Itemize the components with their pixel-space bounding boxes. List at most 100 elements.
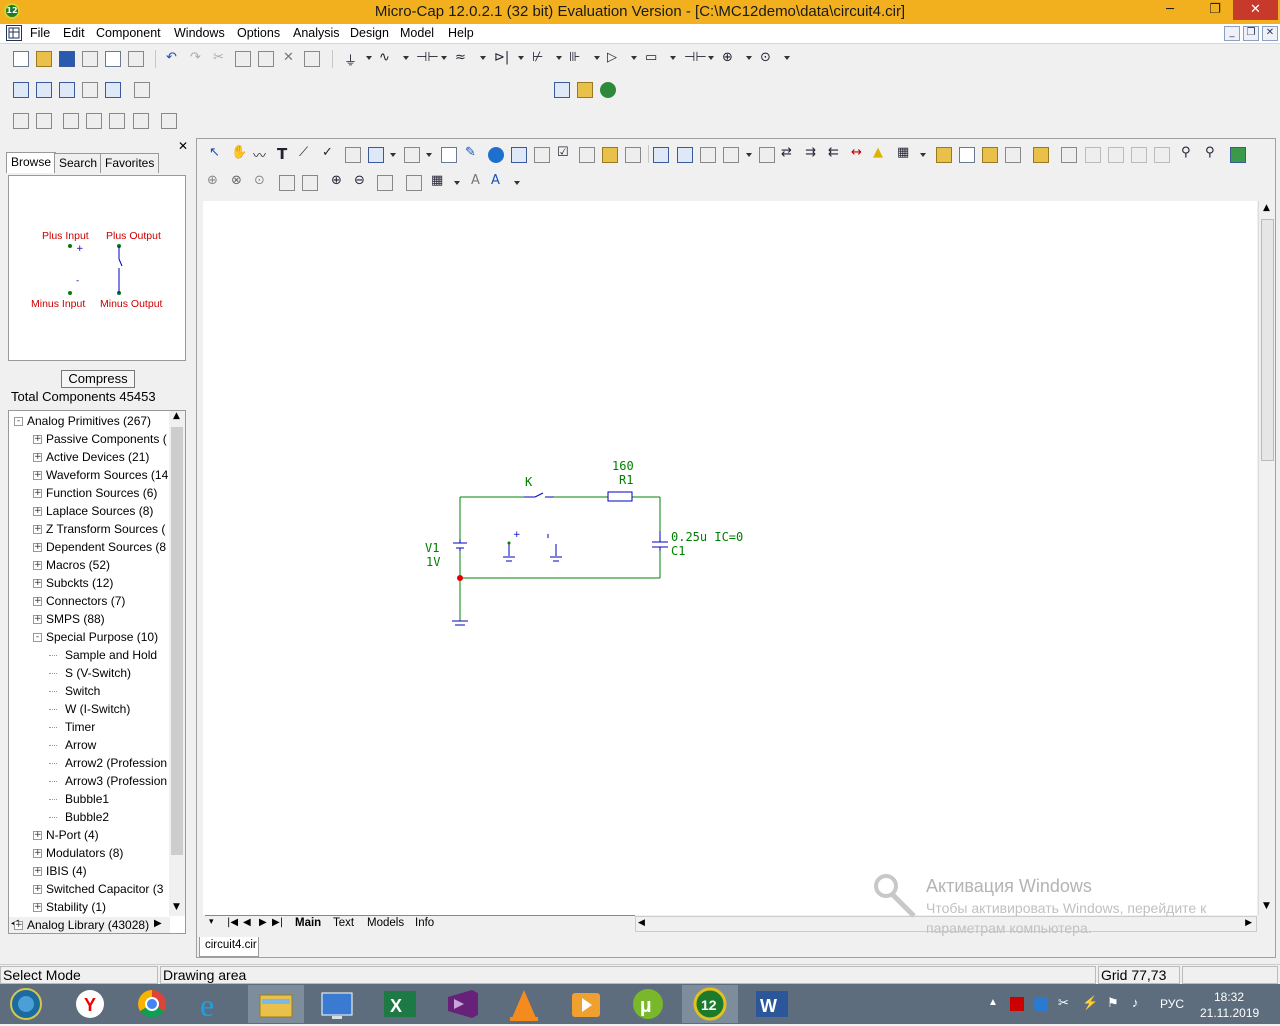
opamp-icon[interactable]: ▷: [607, 50, 617, 65]
undo-icon[interactable]: ↶: [166, 50, 177, 65]
info-icon[interactable]: [488, 147, 504, 163]
bom-icon[interactable]: [936, 147, 952, 163]
disabled-mirror-icon[interactable]: [1154, 147, 1170, 163]
close-button[interactable]: ✕: [1233, 0, 1278, 20]
microcap-icon[interactable]: 12: [682, 985, 738, 1023]
inductor-icon[interactable]: ≈: [455, 50, 466, 65]
plot-icon[interactable]: [133, 113, 149, 129]
file-explorer-icon[interactable]: [248, 985, 304, 1023]
battery-icon[interactable]: ⊣⊢: [684, 50, 707, 65]
tab-text[interactable]: Text: [333, 917, 354, 929]
tab-models[interactable]: Models: [367, 917, 404, 929]
tray-tools-icon[interactable]: ✂: [1058, 995, 1069, 1011]
cascade-icon[interactable]: [13, 82, 29, 98]
tree-node[interactable]: Waveform Sources (14: [46, 467, 168, 483]
optimize-icon[interactable]: [161, 113, 177, 129]
grid-text-icon[interactable]: [602, 147, 618, 163]
mdi-close-button[interactable]: ✕: [1262, 26, 1278, 41]
tile-horizontal-icon[interactable]: [59, 82, 75, 98]
add-icon[interactable]: ⊕: [207, 173, 218, 188]
ground-icon[interactable]: ⏚: [344, 50, 357, 69]
canvas-vscrollbar[interactable]: ▲ ▼: [1258, 201, 1275, 915]
copy-icon[interactable]: [235, 51, 251, 67]
flag-icon[interactable]: [404, 147, 420, 163]
warning-icon[interactable]: ▲: [873, 145, 883, 160]
overlap-icon[interactable]: [82, 82, 98, 98]
find-icon[interactable]: ⚲: [1181, 145, 1191, 160]
circuit-schematic[interactable]: [203, 201, 1257, 915]
menu-analysis[interactable]: Analysis: [293, 26, 340, 40]
delete-icon[interactable]: ✕: [283, 50, 294, 65]
expand-icon[interactable]: +: [33, 507, 42, 516]
tree-node[interactable]: Arrow2 (Profession: [65, 755, 167, 771]
r1-name[interactable]: R1: [619, 473, 633, 487]
tree-node[interactable]: Arrow3 (Profession: [65, 773, 167, 789]
grid-icon[interactable]: ▦: [897, 145, 909, 160]
save-icon[interactable]: [59, 51, 75, 67]
expand-icon[interactable]: +: [33, 867, 42, 876]
tree-node[interactable]: Modulators (8): [46, 845, 123, 861]
menu-windows[interactable]: Windows: [174, 26, 225, 40]
tree-node[interactable]: Analog Primitives (267): [27, 413, 151, 429]
menu-help[interactable]: Help: [448, 26, 474, 40]
go-to-icon[interactable]: [1033, 147, 1049, 163]
node-voltage-icon[interactable]: [677, 147, 693, 163]
cut-icon[interactable]: ✂: [213, 50, 224, 65]
rotate-icon[interactable]: ⇄: [781, 145, 792, 160]
border-icon[interactable]: [1005, 147, 1021, 163]
expand-icon[interactable]: +: [33, 489, 42, 498]
font-color-icon[interactable]: A: [491, 173, 500, 188]
tree-node[interactable]: Passive Components (: [46, 431, 167, 447]
tree-vscrollbar[interactable]: ▲ ▼: [169, 411, 185, 916]
component-icon[interactable]: [534, 147, 550, 163]
tile-vertical-icon[interactable]: [36, 82, 52, 98]
shapes-icon[interactable]: [368, 147, 384, 163]
diagonal-wire-icon[interactable]: ✓: [322, 145, 333, 160]
menu-component[interactable]: Component: [96, 26, 161, 40]
yandex-browser-icon[interactable]: Y: [62, 985, 118, 1023]
excel-icon[interactable]: X: [372, 985, 428, 1023]
r1-value[interactable]: 160: [612, 459, 634, 473]
ungroup-icon[interactable]: [302, 175, 318, 191]
tree-node[interactable]: W (I-Switch): [65, 701, 130, 717]
minimize-button[interactable]: ─: [1155, 0, 1185, 20]
cursor-icon[interactable]: [86, 113, 102, 129]
mosfet-icon[interactable]: ⊪: [569, 50, 580, 65]
mirror-icon[interactable]: ↔: [851, 145, 862, 160]
remote-desktop-icon[interactable]: [310, 985, 366, 1023]
tree-node[interactable]: Stability (1): [46, 899, 106, 915]
tree-node[interactable]: Switch: [65, 683, 100, 699]
new-file-icon[interactable]: [13, 51, 29, 67]
pen-icon[interactable]: ✎: [465, 145, 476, 160]
print-preview-icon[interactable]: [105, 51, 121, 67]
select-arrow-icon[interactable]: ↖: [209, 145, 220, 160]
v1-name[interactable]: V1: [425, 541, 439, 555]
zoom-out-icon[interactable]: ⊖: [354, 173, 365, 188]
menu-edit[interactable]: Edit: [63, 26, 85, 40]
pin-connections-icon[interactable]: [759, 147, 775, 163]
resistor-icon[interactable]: ∿: [379, 50, 390, 65]
tools-icon[interactable]: [109, 113, 125, 129]
v1-value[interactable]: 1V: [426, 555, 440, 569]
next-tab-icon[interactable]: ▶: [259, 917, 267, 928]
tab-favorites[interactable]: Favorites: [100, 153, 160, 173]
text-tool-icon[interactable]: T: [277, 145, 287, 163]
title-block-icon[interactable]: [982, 147, 998, 163]
group-icon[interactable]: [279, 175, 295, 191]
tree-node[interactable]: Connectors (7): [46, 593, 125, 609]
schematic-drawing-area[interactable]: 160 R1 K V1 1V 0.25u IC=0 C1 +: [203, 201, 1257, 915]
probe-icon[interactable]: [13, 113, 29, 129]
binoculars-icon[interactable]: ⚲: [1205, 145, 1215, 160]
paste-icon[interactable]: [258, 51, 274, 67]
redo-icon[interactable]: ↷: [190, 50, 201, 65]
tab-info[interactable]: Info: [415, 917, 434, 929]
revert-icon[interactable]: [82, 51, 98, 67]
expand-icon[interactable]: +: [33, 903, 42, 912]
mdi-restore-button[interactable]: ❐: [1243, 26, 1259, 41]
menu-design[interactable]: Design: [350, 26, 389, 40]
maximize-doc-icon[interactable]: [105, 82, 121, 98]
expand-icon[interactable]: +: [33, 471, 42, 480]
prev-tab-icon[interactable]: ◀: [243, 917, 251, 928]
document-tab[interactable]: circuit4.cir: [199, 937, 259, 957]
first-tab-icon[interactable]: |◀: [227, 917, 238, 928]
